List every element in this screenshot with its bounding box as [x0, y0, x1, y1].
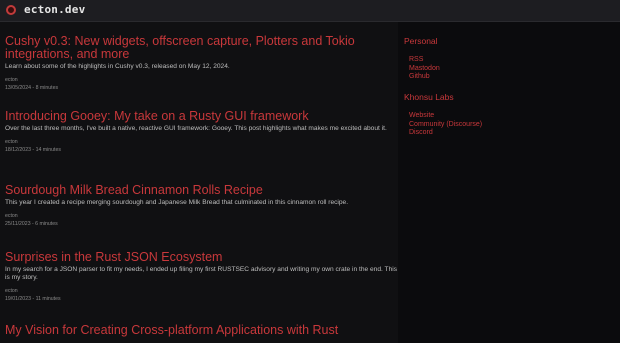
sidebar-heading-khonsu-labs: Khonsu Labs	[404, 92, 454, 102]
community-discourse-link[interactable]: Community (Discourse)	[409, 121, 482, 130]
discord-link[interactable]: Discord	[409, 129, 433, 138]
post-author: ecton	[5, 77, 18, 83]
site-name[interactable]: ecton.dev	[24, 3, 85, 16]
post-summary: In my search for a JSON parser to fit my…	[5, 266, 397, 281]
rss-link[interactable]: RSS	[409, 56, 423, 65]
post-list: Cushy v0.3: New widgets, offscreen captu…	[0, 22, 398, 343]
post-title-link[interactable]: Surprises in the Rust JSON Ecosystem	[5, 251, 397, 264]
post-item: My Vision for Creating Cross-platform Ap…	[5, 324, 397, 339]
post-date-reading-time: 25/11/2023 - 6 minutes	[5, 221, 58, 227]
post-date-reading-time: 13/05/2024 - 8 minutes	[5, 85, 59, 91]
post-item: Cushy v0.3: New widgets, offscreen captu…	[5, 35, 397, 92]
post-item: Sourdough Milk Bread Cinnamon Rolls Reci…	[5, 184, 397, 228]
post-author: ecton	[5, 139, 18, 145]
post-date-reading-time: 19/01/2023 - 11 minutes	[5, 296, 61, 302]
post-item: Surprises in the Rust JSON Ecosystem In …	[5, 251, 397, 303]
post-title-link[interactable]: Cushy v0.3: New widgets, offscreen captu…	[5, 35, 397, 61]
site-logo-icon[interactable]	[6, 5, 16, 15]
post-author: ecton	[5, 288, 18, 294]
post-summary: This year I created a recipe merging sou…	[5, 199, 349, 206]
post-summary: Over the last three months, I've built a…	[5, 125, 387, 132]
post-title-link[interactable]: Introducing Gooey: My take on a Rusty GU…	[5, 110, 397, 123]
post-title-link[interactable]: Sourdough Milk Bread Cinnamon Rolls Reci…	[5, 184, 397, 197]
github-link[interactable]: Github	[409, 73, 430, 82]
post-title-link[interactable]: My Vision for Creating Cross-platform Ap…	[5, 324, 397, 337]
sidebar: Personal RSS Mastodon Github Khonsu Labs…	[398, 22, 620, 343]
website-link[interactable]: Website	[409, 112, 434, 121]
sidebar-heading-personal: Personal	[404, 36, 438, 46]
post-date-reading-time: 18/12/2023 - 14 minutes	[5, 147, 61, 153]
top-bar: ecton.dev	[0, 0, 620, 22]
post-summary: Learn about some of the highlights in Cu…	[5, 63, 230, 70]
post-author: ecton	[5, 213, 18, 219]
mastodon-link[interactable]: Mastodon	[409, 65, 440, 74]
post-item: Introducing Gooey: My take on a Rusty GU…	[5, 110, 397, 154]
